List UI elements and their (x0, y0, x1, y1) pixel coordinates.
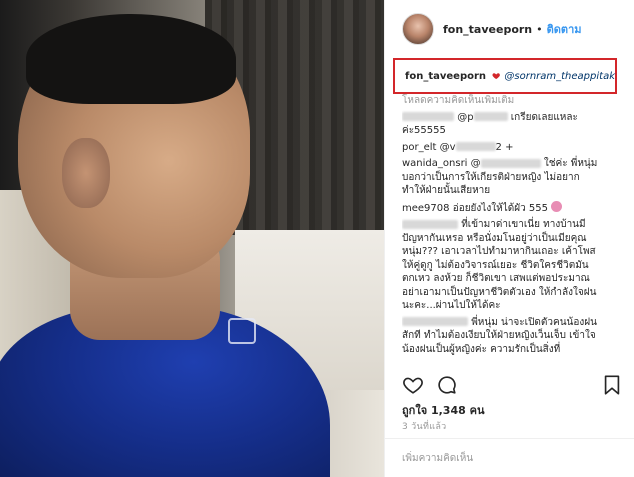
comment-item: พี่หนุ่ม น่าจะเปิดตัวคนน้องฝน สักที ทำไม… (402, 316, 627, 357)
header-username[interactable]: fon_taveeporn (443, 23, 532, 36)
comment-username-redacted[interactable] (402, 317, 468, 326)
caption-highlight-box: fon_taveeporn @sornram_theappitak (393, 58, 617, 94)
comment-text-line: ค่ะ55555 (402, 125, 446, 136)
comment-text-line: บอกว่าเป็นการให้เกียรติฝ่ายหญิง ไม่อยาก (402, 171, 580, 183)
comment-text: พี่หนุ่ม น่าจะเปิดตัวคนน้องฝน (471, 316, 597, 328)
like-heart-icon[interactable] (402, 374, 424, 396)
comment-text-line: นะคะ...ผ่านไปให้ได้คะ (402, 300, 501, 311)
post-header: fon_taveeporn • ติดตาม (385, 0, 634, 58)
comment-text-line: สักที ทำไมต้องเงียบให้ฝ่ายหญิงเว็นเจ็บ เ… (402, 330, 596, 341)
comment-text: อ่อยยังไงให้ได้ผัว 555 (452, 202, 548, 214)
comment-text-line: ทำให้ฝ่ายนั้นเสียหาย (402, 185, 491, 196)
mention-redacted (455, 142, 496, 151)
bookmark-icon[interactable] (602, 374, 622, 396)
flower-emoji-icon (551, 200, 563, 212)
comment-text-line: ให้คู่ดูกู ไม่ต้องวิจารณ์เยอะ ชีวิตใครชี… (402, 259, 589, 271)
comment-item: por_elt @v 2 + (402, 141, 627, 155)
comment-mention[interactable]: @ (471, 158, 481, 169)
follow-button[interactable]: ติดตาม (547, 20, 582, 38)
comment-text: เกรียดเลยแหละ (510, 111, 578, 123)
comment-list: โหลดความคิดเห็นเพิ่มเติม @p เกรียดเลยแหล… (402, 94, 627, 370)
caption-mention-link[interactable]: @sornram_theappitak (504, 71, 615, 82)
comment-text-line: น้องฝนเป็นผู้หญิงค่ะ ความรักเป็นสิ่งที่ (402, 343, 561, 355)
load-more-comments-link[interactable]: โหลดความคิดเห็นเพิ่มเติม (402, 94, 627, 108)
photo-hair (26, 14, 236, 104)
comment-bubble-icon[interactable] (436, 374, 458, 396)
heart-emoji-icon (492, 73, 500, 80)
add-comment-input[interactable] (402, 450, 617, 466)
comment-text-line: อย่าเอามาเป็นปัญหาชีวิตตัวเอง ให้กำลังใจ… (402, 286, 597, 298)
comment-mention[interactable]: @p (457, 112, 473, 123)
post-photo[interactable] (0, 0, 384, 477)
post-side-panel: fon_taveeporn • ติดตาม fon_taveeporn @so… (384, 0, 634, 477)
shirt-logo (228, 318, 256, 344)
comment-item: wanida_onsri @ ใช่ค่ะ พี่หนุ่ม บอกว่าเป็… (402, 157, 627, 198)
comment-item: @p เกรียดเลยแหละ ค่ะ55555 (402, 111, 627, 138)
post-timestamp[interactable]: 3 วันที่แล้ว (402, 419, 447, 433)
comment-mention[interactable]: @v (440, 142, 456, 153)
comment-item: mee9708 อ่อยยังไงให้ได้ผัว 555 (402, 200, 627, 216)
comment-text-line: ปัญหากันเหรอ หรือนั่งมโนอยู่ว่าเป็นเมียค… (402, 232, 587, 244)
add-comment-bar (385, 438, 634, 477)
header-separator: • (536, 22, 543, 36)
comment-username-redacted[interactable] (402, 219, 458, 229)
comment-text: ใช่ค่ะ พี่หนุ่ม (543, 158, 598, 169)
comment-username[interactable]: mee9708 (402, 203, 450, 214)
comment-username[interactable]: wanida_onsri (402, 158, 467, 169)
likes-count[interactable]: ถูกใจ 1,348 คน (402, 401, 484, 419)
comment-username[interactable]: por_elt (402, 142, 436, 153)
comment-text-line: หนุ่ม??? เอาเวลาไปทำมาหากินเถอะ เค้าโพส (402, 246, 596, 257)
mention-redacted (473, 112, 508, 121)
mention-redacted (480, 158, 541, 168)
caption-username[interactable]: fon_taveeporn (405, 71, 486, 82)
comment-text: 2 + (495, 141, 514, 153)
comment-text: ที่เข้ามาด่าเขาเนี่ย ทางบ้านมี (461, 219, 586, 230)
photo-ear (62, 138, 110, 208)
user-avatar[interactable] (402, 13, 434, 45)
comment-username-redacted[interactable] (402, 112, 454, 121)
comment-item: ที่เข้ามาด่าเขาเนี่ย ทางบ้านมี ปัญหากันเ… (402, 218, 627, 313)
action-bar (402, 374, 627, 396)
comment-text-line: ตกเหว ลงห้วย ก็ชีวิตเขา เสพแต่พอประมาณ (402, 273, 590, 284)
